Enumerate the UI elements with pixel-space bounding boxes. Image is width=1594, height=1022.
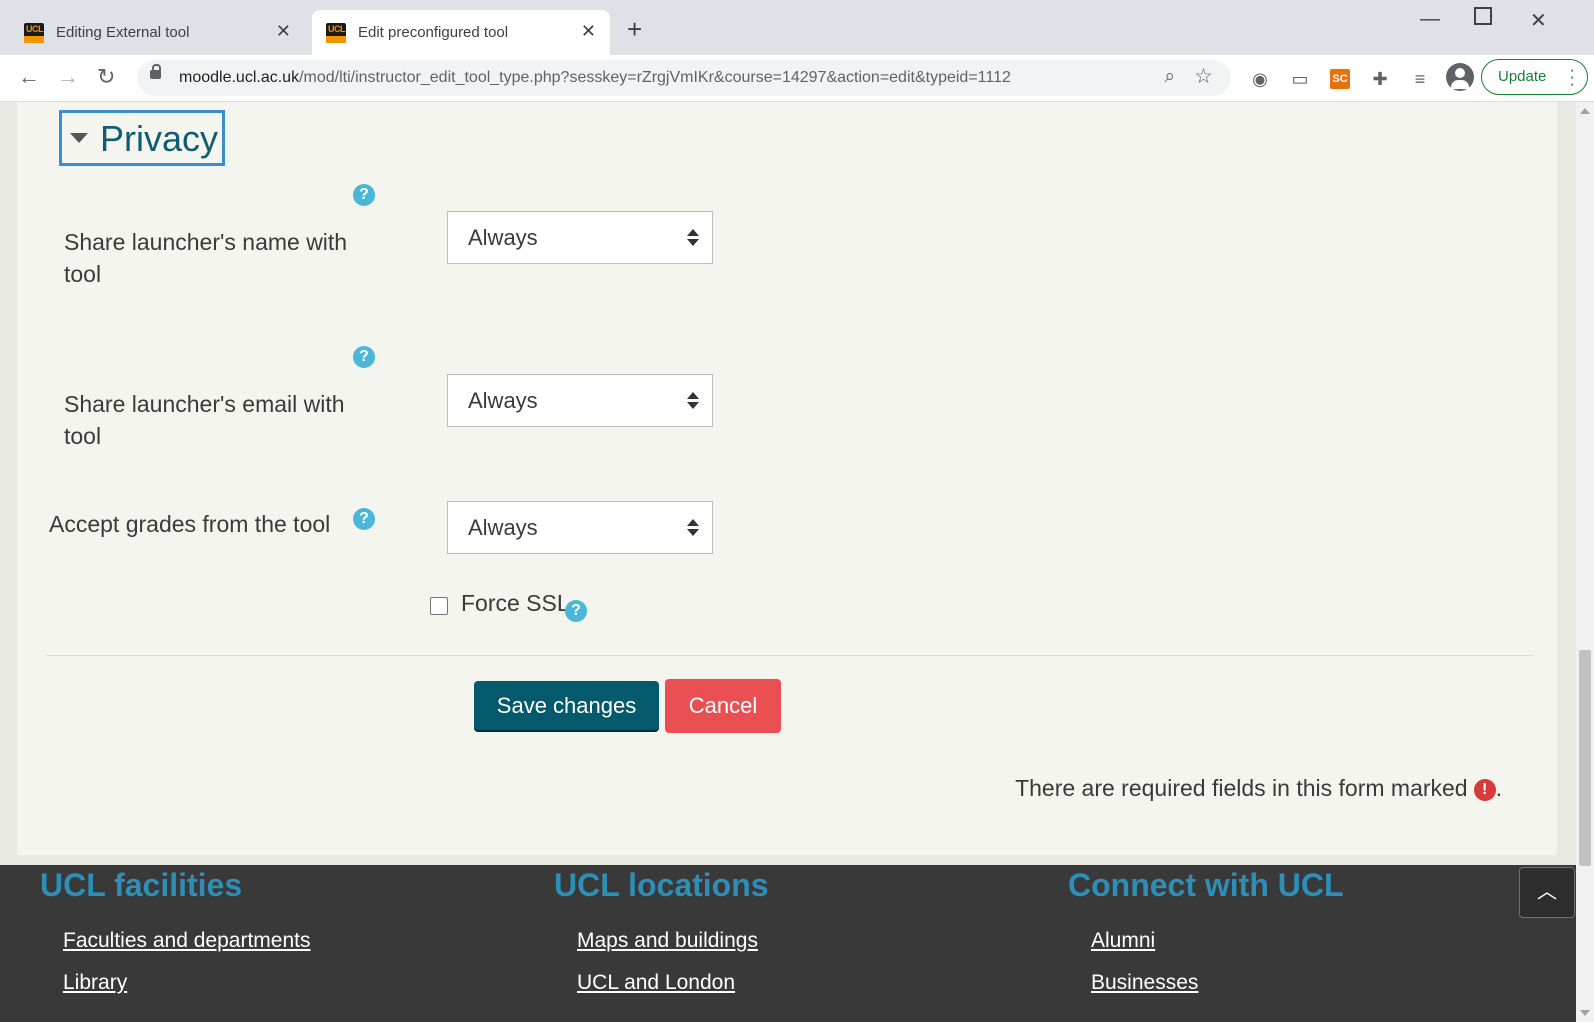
- reload-icon[interactable]: ↻: [97, 64, 115, 90]
- cast-icon[interactable]: ▭: [1290, 69, 1310, 89]
- more-vertical-icon: · · ·: [1569, 60, 1575, 93]
- footer-link-faculties[interactable]: Faculties and departments: [63, 929, 310, 953]
- ucl-favicon-icon: UCL: [326, 23, 346, 43]
- force-ssl-label[interactable]: Force SSL: [461, 590, 570, 617]
- bookmark-star-icon[interactable]: ☆: [1194, 64, 1213, 89]
- url-text[interactable]: moodle.ucl.ac.uk/mod/lti/instructor_edit…: [179, 69, 1011, 87]
- help-icon[interactable]: ?: [353, 184, 375, 206]
- back-icon[interactable]: ←: [18, 64, 40, 90]
- footer-link-library[interactable]: Library: [63, 971, 127, 995]
- save-changes-button[interactable]: Save changes: [474, 681, 659, 730]
- help-icon[interactable]: ?: [353, 346, 375, 368]
- zoom-icon[interactable]: ⌕: [1164, 66, 1175, 88]
- extension-globe-icon[interactable]: ◉: [1250, 69, 1270, 89]
- footer-link-alumni[interactable]: Alumni: [1091, 929, 1155, 953]
- caret-down-icon: [70, 133, 88, 143]
- extensions-puzzle-icon[interactable]: ✚: [1370, 69, 1390, 89]
- minimize-icon[interactable]: —: [1420, 8, 1440, 31]
- share-email-select[interactable]: Always: [447, 374, 713, 427]
- tab-strip: UCL Editing External tool ✕ UCL Edit pre…: [0, 0, 1594, 55]
- scroll-down-icon[interactable]: [1580, 1010, 1590, 1016]
- profile-avatar-icon[interactable]: [1446, 63, 1474, 91]
- footer-link-maps[interactable]: Maps and buildings: [577, 929, 758, 953]
- form-card: Privacy Share launcher's name with tool …: [17, 102, 1557, 855]
- footer-link-businesses[interactable]: Businesses: [1091, 971, 1198, 995]
- footer-heading-locations: UCL locations: [554, 867, 769, 903]
- browser-toolbar: ← → ↻ moodle.ucl.ac.uk/mod/lti/instructo…: [0, 55, 1594, 102]
- footer-heading-connect: Connect with UCL: [1068, 867, 1344, 903]
- share-name-label: Share launcher's name with tool: [64, 229, 348, 287]
- required-exclamation-icon: !: [1473, 779, 1496, 801]
- footer-link-london[interactable]: UCL and London: [577, 971, 735, 995]
- tab-title: Editing External tool: [56, 24, 190, 41]
- lock-icon[interactable]: [150, 64, 161, 79]
- tab-edit-preconfigured-tool[interactable]: UCL Edit preconfigured tool ✕: [312, 10, 610, 55]
- accept-grades-select[interactable]: Always: [447, 501, 713, 554]
- maximize-icon[interactable]: [1474, 7, 1492, 25]
- form-divider: [46, 655, 1533, 656]
- force-ssl-checkbox[interactable]: [430, 597, 448, 615]
- address-bar[interactable]: moodle.ucl.ac.uk/mod/lti/instructor_edit…: [137, 60, 1231, 96]
- scrollbar-thumb[interactable]: [1579, 650, 1591, 866]
- accept-grades-label: Accept grades from the tool: [49, 511, 331, 537]
- close-tab-icon[interactable]: ✕: [276, 21, 291, 42]
- share-email-label: Share launcher's email with tool: [64, 391, 345, 449]
- update-button[interactable]: Update · · ·: [1481, 59, 1588, 95]
- tab-editing-external-tool[interactable]: UCL Editing External tool ✕: [10, 10, 305, 55]
- close-tab-icon[interactable]: ✕: [581, 21, 596, 42]
- help-icon[interactable]: ?: [565, 600, 587, 622]
- scroll-up-icon[interactable]: [1580, 108, 1590, 114]
- media-control-icon[interactable]: ≡: [1410, 69, 1430, 89]
- new-tab-icon[interactable]: +: [627, 16, 642, 42]
- required-fields-note: There are required fields in this form m…: [1015, 775, 1502, 801]
- site-footer: UCL facilities Faculties and departments…: [0, 865, 1576, 1022]
- footer-heading-facilities: UCL facilities: [40, 867, 243, 903]
- share-name-select[interactable]: Always: [447, 211, 713, 264]
- privacy-section-toggle[interactable]: Privacy: [59, 110, 225, 166]
- ucl-favicon-icon: UCL: [24, 23, 44, 43]
- back-to-top-button[interactable]: ︿: [1519, 867, 1575, 918]
- help-icon[interactable]: ?: [353, 508, 375, 530]
- section-title: Privacy: [100, 118, 219, 159]
- extension-sc-icon[interactable]: SC: [1330, 69, 1350, 89]
- cancel-button[interactable]: Cancel: [665, 679, 781, 733]
- forward-icon[interactable]: →: [57, 64, 79, 90]
- window-close-icon[interactable]: ✕: [1530, 8, 1547, 33]
- page-scrollbar[interactable]: [1576, 102, 1594, 1022]
- page-viewport: Privacy Share launcher's name with tool …: [0, 102, 1576, 1022]
- tab-title: Edit preconfigured tool: [358, 24, 509, 41]
